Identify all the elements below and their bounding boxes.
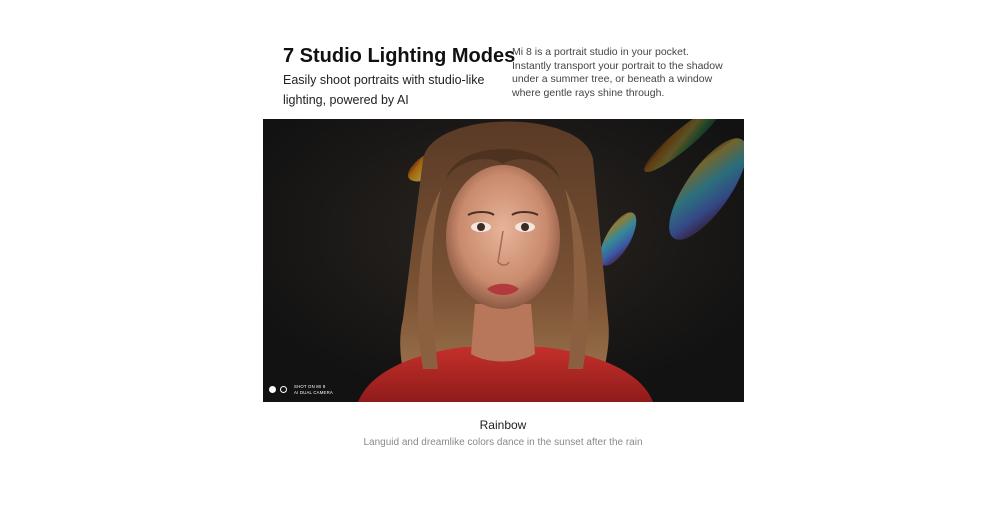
watermark-line-2: AI DUAL CAMERA (294, 389, 333, 395)
watermark: SHOT ON MI 8 AI DUAL CAMERA (269, 384, 333, 395)
page: 7 Studio Lighting Modes Easily shoot por… (0, 0, 1000, 514)
dual-camera-ring-icon (280, 386, 287, 393)
portrait-photo (263, 119, 744, 402)
portrait-illustration (263, 119, 744, 402)
watermark-text: SHOT ON MI 8 AI DUAL CAMERA (294, 384, 333, 395)
mode-name: Rainbow (479, 418, 527, 432)
section-description: Mi 8 is a portrait studio in your pocket… (512, 46, 723, 99)
heading-block: 7 Studio Lighting Modes Easily shoot por… (283, 44, 516, 110)
section-subtitle: Easily shoot portraits with studio-like … (283, 73, 485, 107)
dual-camera-dot-icon (269, 386, 276, 393)
section-title: 7 Studio Lighting Modes (283, 45, 516, 67)
mode-description: Languid and dreamlike colors dance in th… (363, 437, 643, 448)
